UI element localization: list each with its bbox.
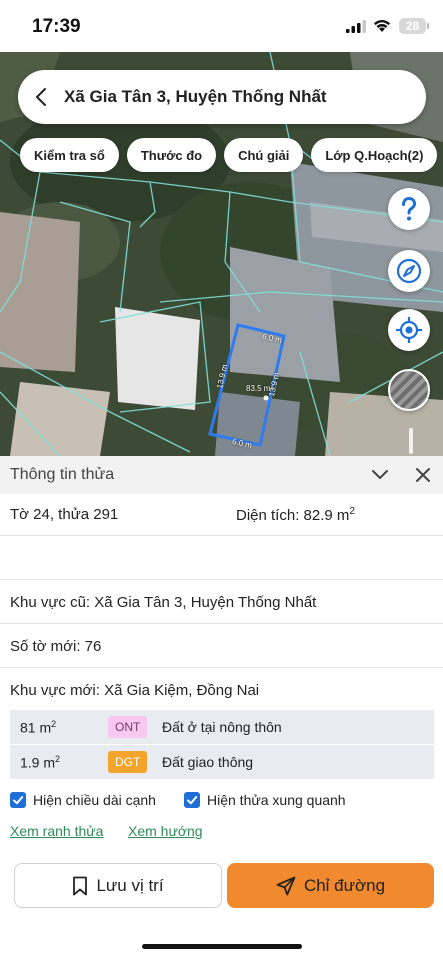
directions-label: Chỉ đường (303, 875, 386, 895)
save-location-button[interactable]: Lưu vị trí (14, 863, 222, 908)
show-edge-lengths-checkbox[interactable]: Hiện chiều dài cạnh (10, 792, 156, 808)
cellular-signal-icon (346, 20, 366, 33)
old-area-text: Khu vực cũ: Xã Gia Tân 3, Huyện Thống Nh… (10, 594, 317, 611)
help-icon (402, 196, 417, 221)
home-indicator (142, 944, 302, 949)
land-use-description: Đất ở tại nông thôn (162, 719, 282, 735)
map-tool-chips: Kiểm tra sổ Thước đo Chú giải Lớp Q.Hoạc… (20, 138, 438, 172)
layer-thumbnail[interactable] (388, 369, 430, 411)
checkbox-label: Hiện thửa xung quanh (207, 792, 346, 808)
new-area-text: Khu vực mới: Xã Gia Kiệm, Đồng Nai (10, 682, 260, 699)
bookmark-icon (73, 876, 88, 895)
back-button[interactable] (18, 70, 64, 124)
close-icon[interactable] (414, 466, 432, 484)
empty-row (0, 536, 443, 580)
new-sheet-row: Số tờ mới: 76 (0, 624, 443, 668)
compass-button[interactable] (388, 250, 430, 292)
chevron-down-icon[interactable] (370, 466, 390, 484)
checkbox-checked-icon[interactable] (184, 792, 200, 808)
show-neighbor-parcels-checkbox[interactable]: Hiện thửa xung quanh (184, 792, 346, 808)
chevron-left-icon (36, 88, 46, 106)
land-use-row: 1.9 m2 DGT Đất giao thông (10, 745, 434, 779)
panel-title: Thông tin thửa (10, 466, 115, 483)
new-area-row: Khu vực mới: Xã Gia Kiệm, Đồng Nai (0, 668, 443, 710)
map-scroll-indicator (409, 428, 413, 454)
chip-measure[interactable]: Thước đo (126, 138, 217, 172)
help-button[interactable] (388, 188, 430, 230)
chip-legend[interactable]: Chú giải (224, 138, 304, 172)
search-bar[interactable]: Xã Gia Tân 3, Huyện Thống Nhất (18, 70, 426, 124)
chip-check-certificate[interactable]: Kiểm tra sổ (20, 138, 119, 172)
battery-icon: 28 (399, 18, 429, 34)
save-location-label: Lưu vị trí (96, 875, 164, 895)
compass-icon (396, 258, 422, 284)
map-view[interactable]: 6.0 m 6.0 m 13.9 m 13.9 m 83.5 m² Xã Gia… (0, 52, 443, 456)
status-time: 17:39 (32, 16, 81, 37)
chip-planning-layers[interactable]: Lớp Q.Hoạch(2) (311, 138, 438, 172)
parcel-area: Diện tích: 82.9 m2 (236, 506, 355, 524)
land-use-area: 81 m2 (20, 719, 57, 736)
checkbox-checked-icon[interactable] (10, 792, 26, 808)
directions-button[interactable]: Chỉ đường (227, 863, 434, 908)
sheet-parcel-number: Tờ 24, thửa 291 (10, 506, 119, 523)
land-use-code-badge: DGT (108, 751, 148, 773)
new-sheet-text: Số tờ mới: 76 (10, 638, 102, 655)
land-use-description: Đất giao thông (162, 754, 254, 770)
view-parcel-boundary-link[interactable]: Xem ranh thửa (10, 823, 103, 839)
locate-icon (396, 317, 422, 343)
navigation-arrow-icon (276, 876, 296, 895)
parcel-area-label: 83.5 m² (246, 384, 274, 393)
parcel-info-header: Thông tin thửa (0, 456, 443, 494)
land-use-row: 81 m2 ONT Đất ở tại nông thôn (10, 710, 434, 744)
view-direction-link[interactable]: Xem hướng (128, 823, 203, 839)
parcel-summary-row: Tờ 24, thửa 291 Diện tích: 82.9 m2 (0, 494, 443, 536)
old-area-row: Khu vực cũ: Xã Gia Tân 3, Huyện Thống Nh… (0, 580, 443, 624)
locate-button[interactable] (388, 309, 430, 351)
land-use-code-badge: ONT (108, 716, 148, 738)
checkbox-label: Hiện chiều dài cạnh (33, 792, 156, 808)
status-bar: 17:39 28 (0, 0, 443, 52)
location-title: Xã Gia Tân 3, Huyện Thống Nhất (64, 87, 327, 106)
wifi-icon (374, 20, 390, 32)
land-use-area: 1.9 m2 (20, 754, 61, 771)
